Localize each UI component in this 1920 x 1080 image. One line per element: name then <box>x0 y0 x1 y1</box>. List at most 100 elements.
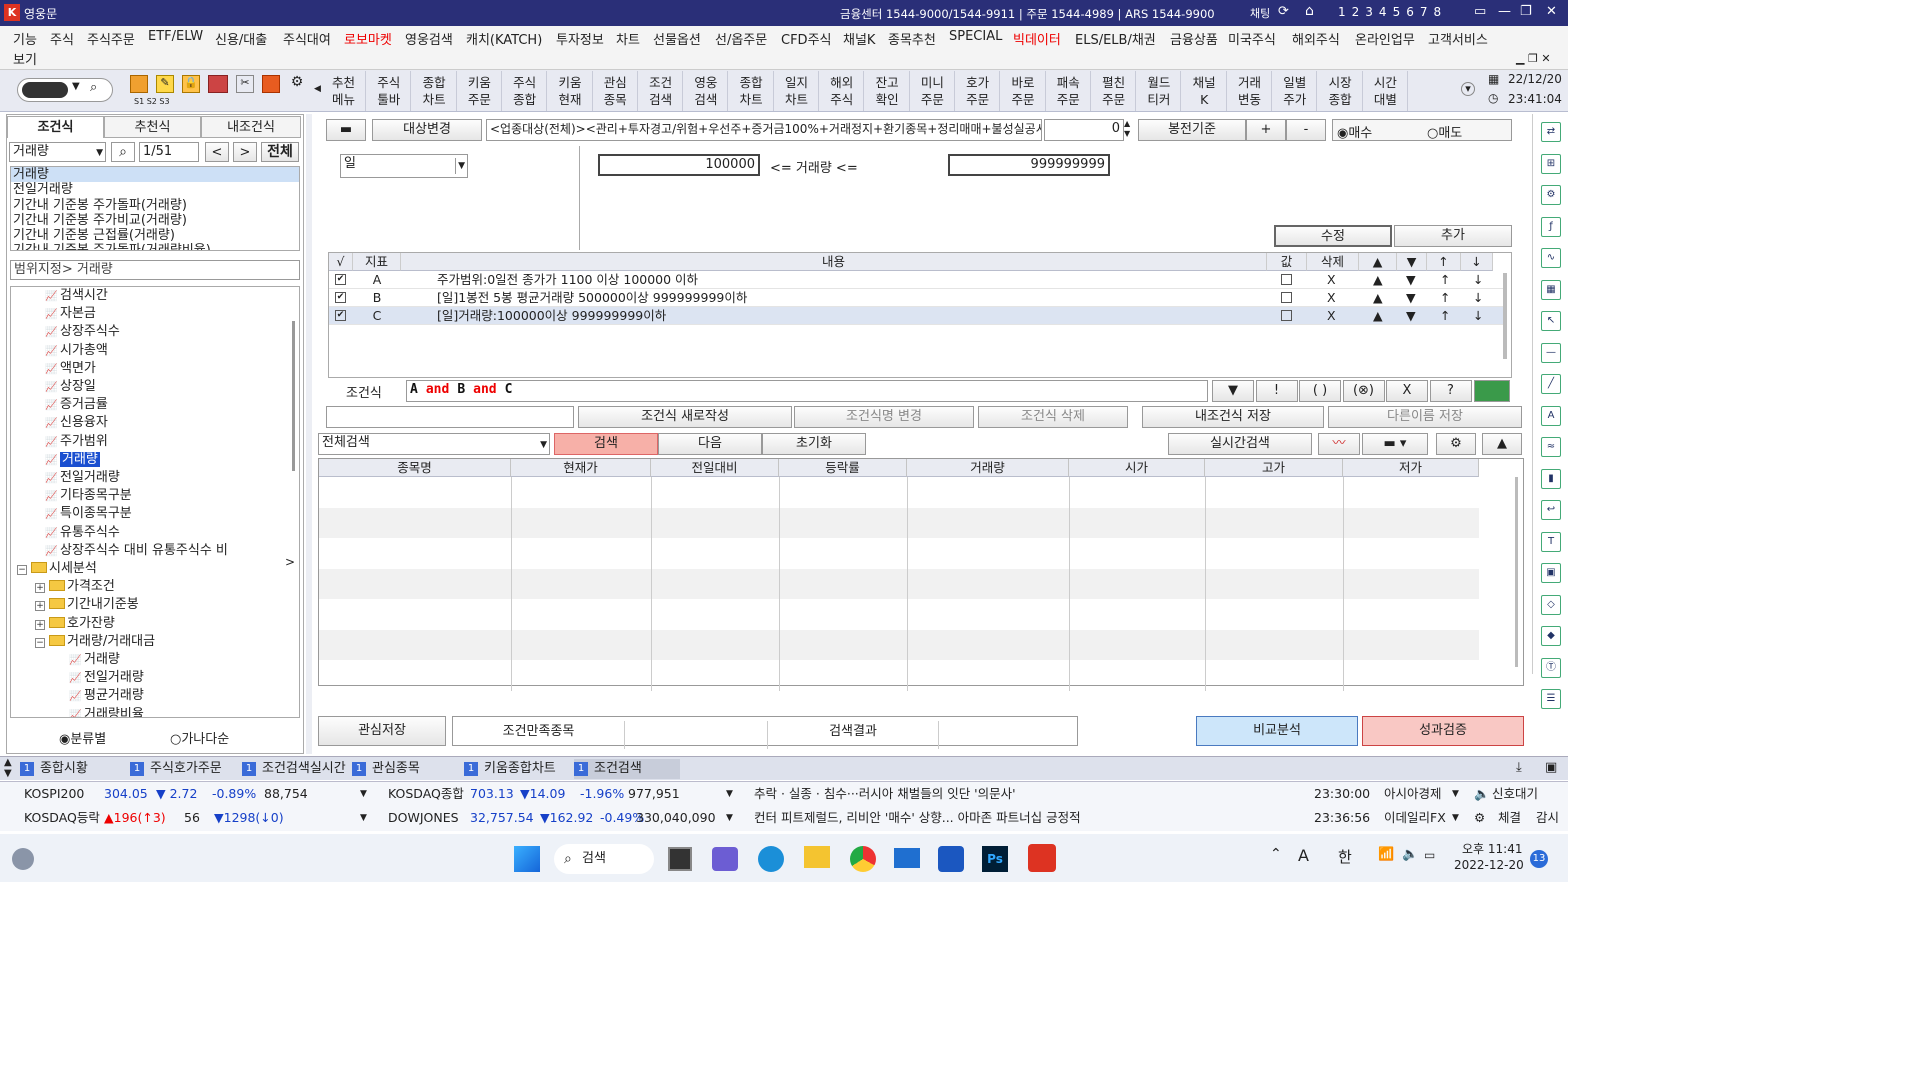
menu-15[interactable]: 종목추천 <box>888 29 936 48</box>
volume-max-input[interactable]: 999999999 <box>948 154 1110 176</box>
result-row[interactable] <box>319 660 1479 691</box>
collapse-icon[interactable]: − <box>35 637 45 648</box>
action-button-3[interactable]: 내조건식 저장 <box>1142 406 1324 428</box>
move-bottom-icon[interactable]: ↓ <box>1473 307 1483 324</box>
action-button-0[interactable]: 조건식 새로작성 <box>578 406 792 428</box>
dropdown-arrow-icon[interactable]: ▼ <box>726 783 733 805</box>
toolbar-item-12[interactable]: 잔고 확인 <box>866 71 910 111</box>
screen-number-4[interactable]: 4 <box>1379 5 1387 19</box>
store-icon[interactable] <box>938 846 964 872</box>
line-icon[interactable]: — <box>1541 342 1561 363</box>
menu-5[interactable]: 주식대여 <box>283 29 331 48</box>
offset-stepper-icon[interactable]: ▲ ▼ <box>1124 119 1130 139</box>
toolbar-item-0[interactable]: 추천 메뉴 <box>322 71 366 111</box>
expr-btn-0[interactable]: ▼ <box>1212 380 1254 402</box>
camera-icon[interactable] <box>208 75 228 93</box>
tree-item[interactable]: 📈 평균거래량 <box>69 687 144 705</box>
tree-item[interactable]: 📈 전일거래량 <box>45 469 120 487</box>
text-icon[interactable]: T <box>1541 531 1561 552</box>
move-top-icon[interactable]: ↑ <box>1440 289 1450 306</box>
minus-button[interactable]: - <box>1286 119 1326 141</box>
move-top-icon[interactable]: ↑ <box>1440 307 1450 324</box>
toolbar-item-23[interactable]: 시간 대별 <box>1364 71 1408 111</box>
ime-a-indicator[interactable]: A <box>1298 846 1309 865</box>
menu-16[interactable]: SPECIAL <box>949 29 1002 44</box>
list-item[interactable]: 기간내 기준봉 주가돌파(거래량) <box>11 198 299 213</box>
dropdown-arrow-icon[interactable]: ▼ <box>360 783 367 805</box>
gear-icon[interactable]: ⚙ <box>288 74 306 92</box>
screen-tab-5[interactable]: 1 조건검색 <box>574 759 680 779</box>
move-up-icon[interactable]: ▲ <box>1373 289 1383 306</box>
edge-icon[interactable] <box>758 846 784 872</box>
sub-window-controls-icon[interactable]: ▁ ❐ ✕ <box>1516 52 1551 65</box>
menu-23[interactable]: 고객서비스 <box>1428 29 1488 48</box>
chart-icon[interactable]: ∿ <box>1541 248 1561 268</box>
battery-icon[interactable]: ▭ <box>1424 848 1435 862</box>
condition-text[interactable]: [일]거래량:100000이상 999999999이하 <box>437 307 666 324</box>
zoom-icon[interactable]: ⊞ <box>1541 153 1561 174</box>
window-icon[interactable]: ▣ <box>1541 563 1561 583</box>
toolbar-item-8[interactable]: 영웅 검색 <box>684 71 729 111</box>
tree-folder[interactable]: + 기간내기준봉 <box>35 596 139 614</box>
tray-expand-icon[interactable]: ⌃ <box>1270 846 1282 862</box>
condition-row[interactable]: ✔ C [일]거래량:100000이상 999999999이하 X ▲ ▼ ↑ ↓ <box>329 307 1505 325</box>
toolbar-item-2[interactable]: 종합 차트 <box>413 71 457 111</box>
screen-tab-2[interactable]: 1 조건검색실시간 <box>242 759 346 779</box>
tool-icon[interactable]: ⇄ <box>1541 122 1561 142</box>
toolbar-item-13[interactable]: 미니 주문 <box>911 71 955 111</box>
result-row[interactable] <box>319 568 1479 599</box>
watch-status[interactable]: 감시 <box>1536 807 1559 829</box>
mail-icon[interactable] <box>894 848 920 868</box>
search-scope-select[interactable]: 전체검색 ▼ <box>318 433 550 455</box>
tree-item[interactable]: 📈 전일거래량 <box>69 669 144 687</box>
tree-folder[interactable]: − 거래량/거래대금 <box>35 633 155 651</box>
task-view-icon[interactable] <box>668 847 692 871</box>
toolbar-item-10[interactable]: 일지 차트 <box>775 71 819 111</box>
reset-button[interactable]: 초기화 <box>762 433 866 455</box>
screen-tab-3[interactable]: 1 관심종목 <box>352 759 420 779</box>
volume-icon[interactable]: 🔈 <box>1402 847 1418 862</box>
pen-icon[interactable]: ✎ <box>156 75 174 93</box>
search-button[interactable]: 검색 <box>554 433 658 455</box>
volume-min-input[interactable]: 100000 <box>598 154 760 176</box>
tree-item[interactable]: 📈 신용융자 <box>45 414 108 432</box>
minimize-icon[interactable]: — <box>1498 4 1511 19</box>
menu-19[interactable]: 금융상품 <box>1170 29 1218 48</box>
dropdown-arrow-icon[interactable]: ▼ <box>96 145 103 161</box>
toolbar-item-14[interactable]: 호가 주문 <box>956 71 1001 111</box>
tree-item[interactable]: 📈 유통주식수 <box>45 524 120 542</box>
move-down-icon[interactable]: ▼ <box>1406 289 1416 306</box>
menu-0[interactable]: 기능 <box>13 29 37 48</box>
tab-conditions[interactable]: 조건식 <box>7 116 104 138</box>
result-row[interactable] <box>319 599 1479 630</box>
tree-item[interactable]: 📈 거래량비율 <box>69 706 144 717</box>
list-item[interactable]: 거래량 <box>11 167 299 183</box>
teams-icon[interactable] <box>712 847 738 871</box>
tree-item[interactable]: 📈 액면가 <box>45 360 96 378</box>
quick-search-box[interactable]: ▼ ⌕ <box>17 78 113 102</box>
tab-search-result[interactable]: 검색결과 <box>767 721 939 749</box>
dropdown-arrow-icon[interactable]: ▼ <box>1452 807 1459 829</box>
menu-3[interactable]: ETF/ELW <box>148 29 203 44</box>
toolbar-item-11[interactable]: 해외 주식 <box>820 71 865 111</box>
restore-icon[interactable]: ▭ <box>1474 4 1486 19</box>
screen-number-6[interactable]: 6 <box>1406 5 1414 19</box>
chart-icon[interactable]: 〰 <box>1318 433 1360 455</box>
menu-21[interactable]: 해외주식 <box>1292 29 1340 48</box>
taskbar-search[interactable]: ⌕ 검색 <box>554 844 654 874</box>
chat-button[interactable]: 채팅 <box>1250 5 1270 21</box>
value-checkbox[interactable] <box>1281 274 1292 285</box>
toolbar-item-4[interactable]: 주식 종합 <box>503 71 548 111</box>
expression-input[interactable]: Aand Band C <box>406 380 1208 402</box>
screen-number-1[interactable]: 1 <box>1338 5 1346 19</box>
result-row[interactable] <box>319 629 1479 660</box>
toolbar-item-6[interactable]: 관심 종목 <box>594 71 638 111</box>
radio-buy[interactable]: ◉매수 <box>1337 122 1372 141</box>
tree-item[interactable]: 📈 기타종목구분 <box>45 487 132 505</box>
delete-icon[interactable]: X <box>1327 307 1336 324</box>
toolbar-item-22[interactable]: 시장 종합 <box>1319 71 1363 111</box>
radio-alphabetical[interactable]: ○가나다순 <box>170 728 229 747</box>
scrollbar[interactable] <box>1515 477 1518 667</box>
screen-number-7[interactable]: 7 <box>1420 5 1428 19</box>
text-box-icon[interactable]: Ⓣ <box>1541 657 1561 678</box>
